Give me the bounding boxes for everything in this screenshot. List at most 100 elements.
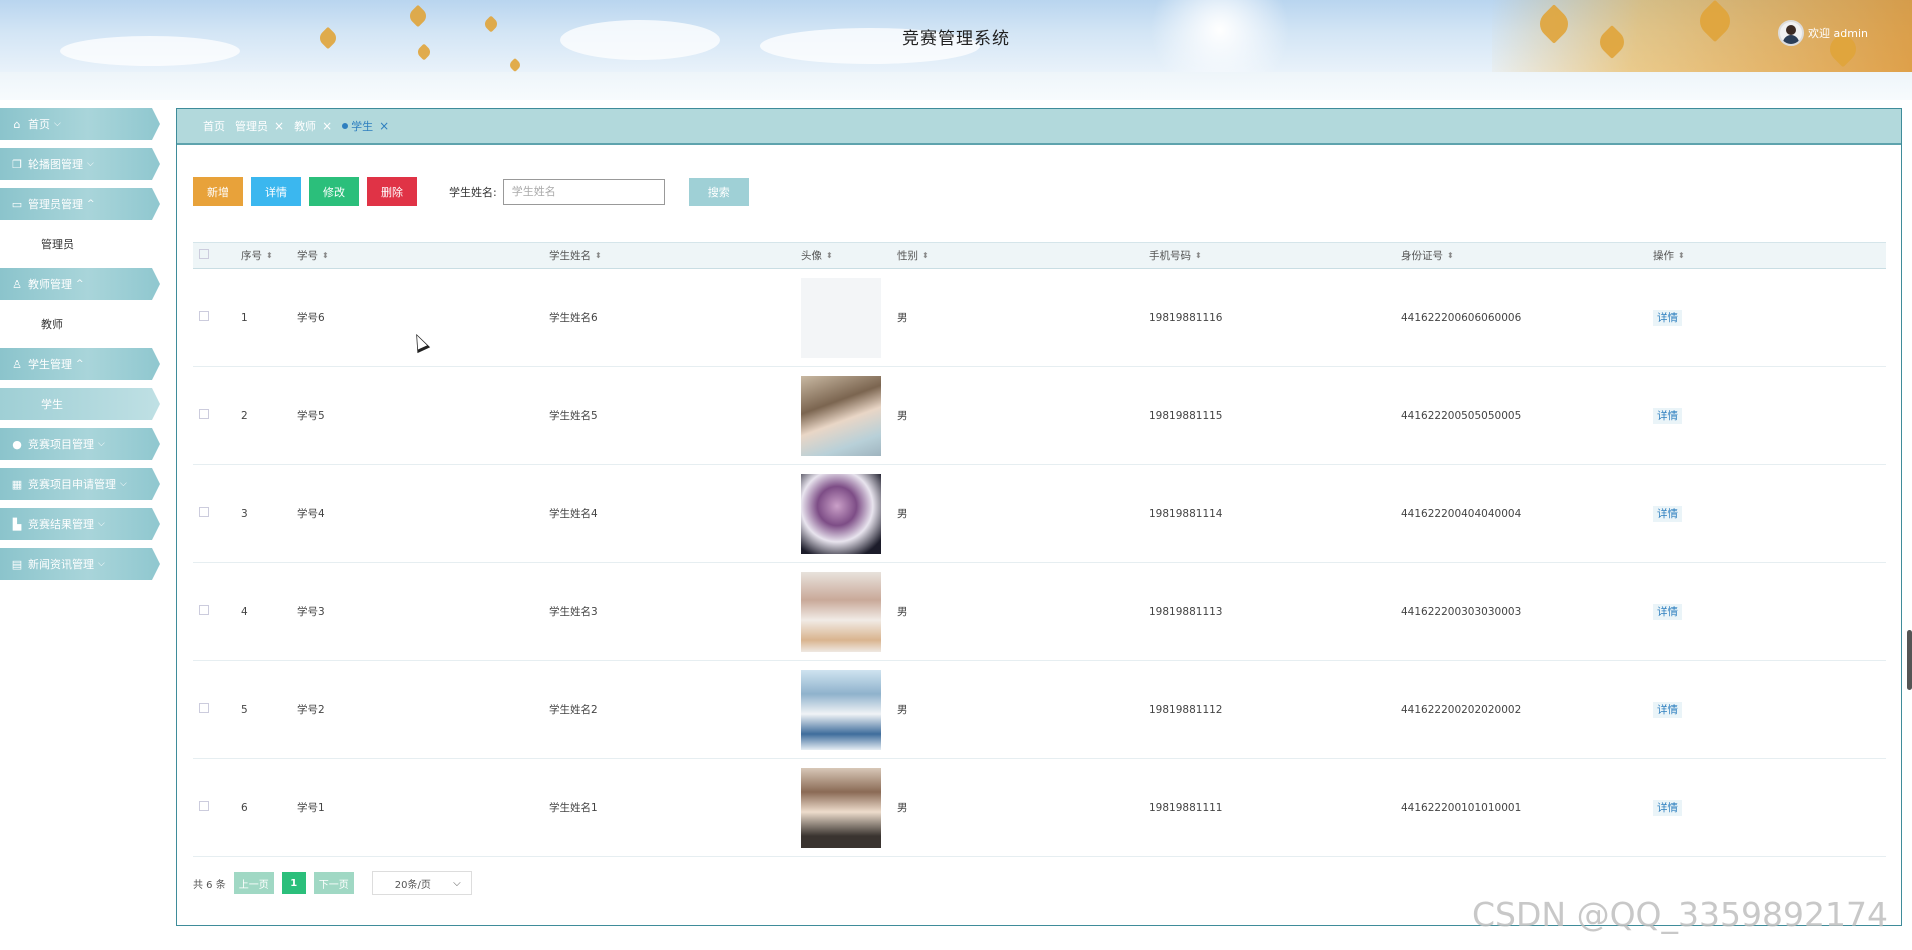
cell-student-no: 学号3 (297, 606, 325, 618)
sidebar-item-carousel[interactable]: ❐ 轮播图管理 ⌵ (0, 148, 160, 180)
sidebar-subitem-teacher[interactable]: 教师 (0, 308, 160, 340)
cell-phone: 19819881114 (1149, 507, 1223, 520)
sidebar-item-label: 管理员管理 (28, 198, 83, 211)
sort-icon: ⬍ (1447, 251, 1454, 260)
tab-label: 管理员 (235, 120, 268, 133)
select-all-checkbox[interactable] (199, 249, 209, 259)
sidebar-item-contest-project[interactable]: ● 竞赛项目管理 ⌵ (0, 428, 160, 460)
column-header[interactable]: 身份证号 ⬍ (1401, 243, 1653, 269)
sidebar-subitem-label: 学生 (41, 398, 63, 411)
delete-button[interactable]: 删除 (367, 177, 417, 206)
avatar[interactable] (1778, 20, 1805, 46)
row-detail-button[interactable]: 详情 (1653, 702, 1682, 718)
avatar-image[interactable] (801, 473, 881, 554)
sidebar-item-teacher-mgmt[interactable]: ♙ 教师管理 ^ (0, 268, 160, 300)
sidebar-item-home[interactable]: ⌂ 首页 ⌵ (0, 108, 160, 140)
sort-icon: ⬍ (266, 251, 273, 260)
search-input[interactable] (502, 178, 665, 205)
sort-icon: ⬍ (826, 251, 833, 260)
row-checkbox[interactable] (199, 703, 209, 713)
edit-button[interactable]: 修改 (309, 177, 359, 206)
avatar-image[interactable] (801, 767, 881, 848)
sidebar-item-contest-result[interactable]: ▙ 竞赛结果管理 ⌵ (0, 508, 160, 540)
row-checkbox[interactable] (199, 507, 209, 517)
tab-home[interactable]: 首页 (203, 118, 225, 134)
circle-icon: ● (12, 437, 22, 451)
page-title: 竞赛管理系统 (902, 29, 1010, 49)
cell-id-card: 441622200404040004 (1401, 507, 1522, 520)
cell-name: 学生姓名6 (549, 312, 598, 324)
avatar-image[interactable] (801, 277, 881, 358)
table-row[interactable]: 6 学号1 学生姓名1 男 19819881111 44162220010101… (193, 759, 1886, 857)
sidebar-item-news[interactable]: ▤ 新闻资讯管理 ⌵ (0, 548, 160, 580)
user-menu[interactable]: 欢迎 admin (1778, 20, 1868, 46)
avatar-image[interactable] (801, 375, 881, 456)
close-icon[interactable]: × (274, 119, 284, 133)
table-row[interactable]: 5 学号2 学生姓名2 男 19819881112 44162220020202… (193, 661, 1886, 759)
close-icon[interactable]: × (322, 119, 332, 133)
row-detail-button[interactable]: 详情 (1653, 506, 1682, 522)
leaf-decoration (507, 57, 523, 72)
chevron-up-icon: ^ (87, 199, 95, 209)
sidebar-item-admin-mgmt[interactable]: ▭ 管理员管理 ^ (0, 188, 160, 220)
cell-index: 4 (241, 605, 248, 618)
add-button[interactable]: 新增 (193, 177, 243, 206)
column-header[interactable]: 性别 ⬍ (897, 243, 1149, 269)
row-detail-button[interactable]: 详情 (1653, 408, 1682, 424)
table-row[interactable]: 2 学号5 学生姓名5 男 19819881115 44162220050505… (193, 367, 1886, 465)
column-header[interactable]: 手机号码 ⬍ (1149, 243, 1401, 269)
table-row[interactable]: 4 学号3 学生姓名3 男 19819881113 44162220030303… (193, 563, 1886, 661)
prev-page-button[interactable]: 上一页 (233, 872, 274, 894)
chevron-down-icon: ⌵ (54, 119, 61, 129)
sidebar-item-contest-apply[interactable]: ▦ 竞赛项目申请管理 ⌵ (0, 468, 160, 500)
cell-phone: 19819881113 (1149, 605, 1223, 618)
cell-phone: 19819881111 (1149, 801, 1223, 814)
tab-teacher[interactable]: 教师 × (294, 118, 332, 134)
cell-student-no: 学号1 (297, 802, 325, 814)
column-header[interactable]: 头像 ⬍ (801, 243, 897, 269)
sidebar-subitem-admin[interactable]: 管理员 (0, 228, 160, 260)
sidebar-subitem-student[interactable]: 学生 (0, 388, 160, 420)
column-header[interactable]: 学号 ⬍ (297, 243, 549, 269)
row-checkbox[interactable] (199, 409, 209, 419)
row-checkbox[interactable] (199, 801, 209, 811)
row-detail-button[interactable]: 详情 (1653, 800, 1682, 816)
tab-admin[interactable]: 管理员 × (235, 118, 284, 134)
column-header[interactable]: 操作 ⬍ (1653, 243, 1886, 269)
cell-gender: 男 (897, 802, 908, 814)
sidebar-item-student-mgmt[interactable]: ♙ 学生管理 ^ (0, 348, 160, 380)
avatar-image[interactable] (801, 571, 881, 652)
detail-button[interactable]: 详情 (251, 177, 301, 206)
next-page-button[interactable]: 下一页 (313, 872, 354, 894)
table-row[interactable]: 3 学号4 学生姓名4 男 19819881114 44162220040404… (193, 465, 1886, 563)
row-detail-button[interactable]: 详情 (1653, 310, 1682, 326)
tab-bar: 首页 管理员 × 教师 × 学生 × (177, 109, 1901, 145)
sidebar-item-label: 竞赛项目管理 (28, 438, 94, 451)
column-header[interactable]: 学生姓名 ⬍ (549, 243, 801, 269)
welcome-text: 欢迎 admin (1808, 27, 1868, 40)
table-header-row: 序号 ⬍ 学号 ⬍ 学生姓名 ⬍ 头像 ⬍ 性别 ⬍ 手机号码 ⬍ 身份证号 ⬍ 操作 ⬍ (193, 242, 1886, 269)
page-number-button[interactable]: 1 (281, 872, 306, 894)
page-size-value: 20条/页 (394, 879, 431, 891)
page-size-select[interactable]: 20条/页 ⌵ (371, 871, 472, 895)
search-button[interactable]: 搜索 (688, 177, 749, 206)
row-detail-button[interactable]: 详情 (1653, 604, 1682, 620)
cell-name: 学生姓名4 (549, 508, 598, 520)
column-header[interactable]: 序号 ⬍ (241, 243, 297, 269)
app-header: 竞赛管理系统 欢迎 admin (0, 0, 1912, 72)
card-icon: ▭ (11, 197, 23, 211)
cell-gender: 男 (897, 410, 908, 422)
tab-student[interactable]: 学生 × (342, 118, 389, 134)
pagination: 共 6 条 上一页 1 下一页 20条/页 ⌵ (193, 871, 472, 895)
scrollbar[interactable] (1907, 630, 1912, 690)
table-row[interactable]: 1 学号6 学生姓名6 男 19819881116 44162220060606… (193, 269, 1886, 367)
total-count: 共 6 条 (193, 879, 226, 891)
sort-icon: ⬍ (1195, 251, 1202, 260)
chevron-down-icon: ⌵ (98, 559, 105, 569)
tab-label: 首页 (203, 120, 225, 133)
avatar-image[interactable] (801, 669, 881, 750)
row-checkbox[interactable] (199, 311, 209, 321)
close-icon[interactable]: × (379, 119, 389, 133)
row-checkbox[interactable] (199, 605, 209, 615)
sidebar: ⌂ 首页 ⌵ ❐ 轮播图管理 ⌵ ▭ 管理员管理 ^ 管理员 ♙ 教师管理 ^ … (0, 108, 160, 588)
